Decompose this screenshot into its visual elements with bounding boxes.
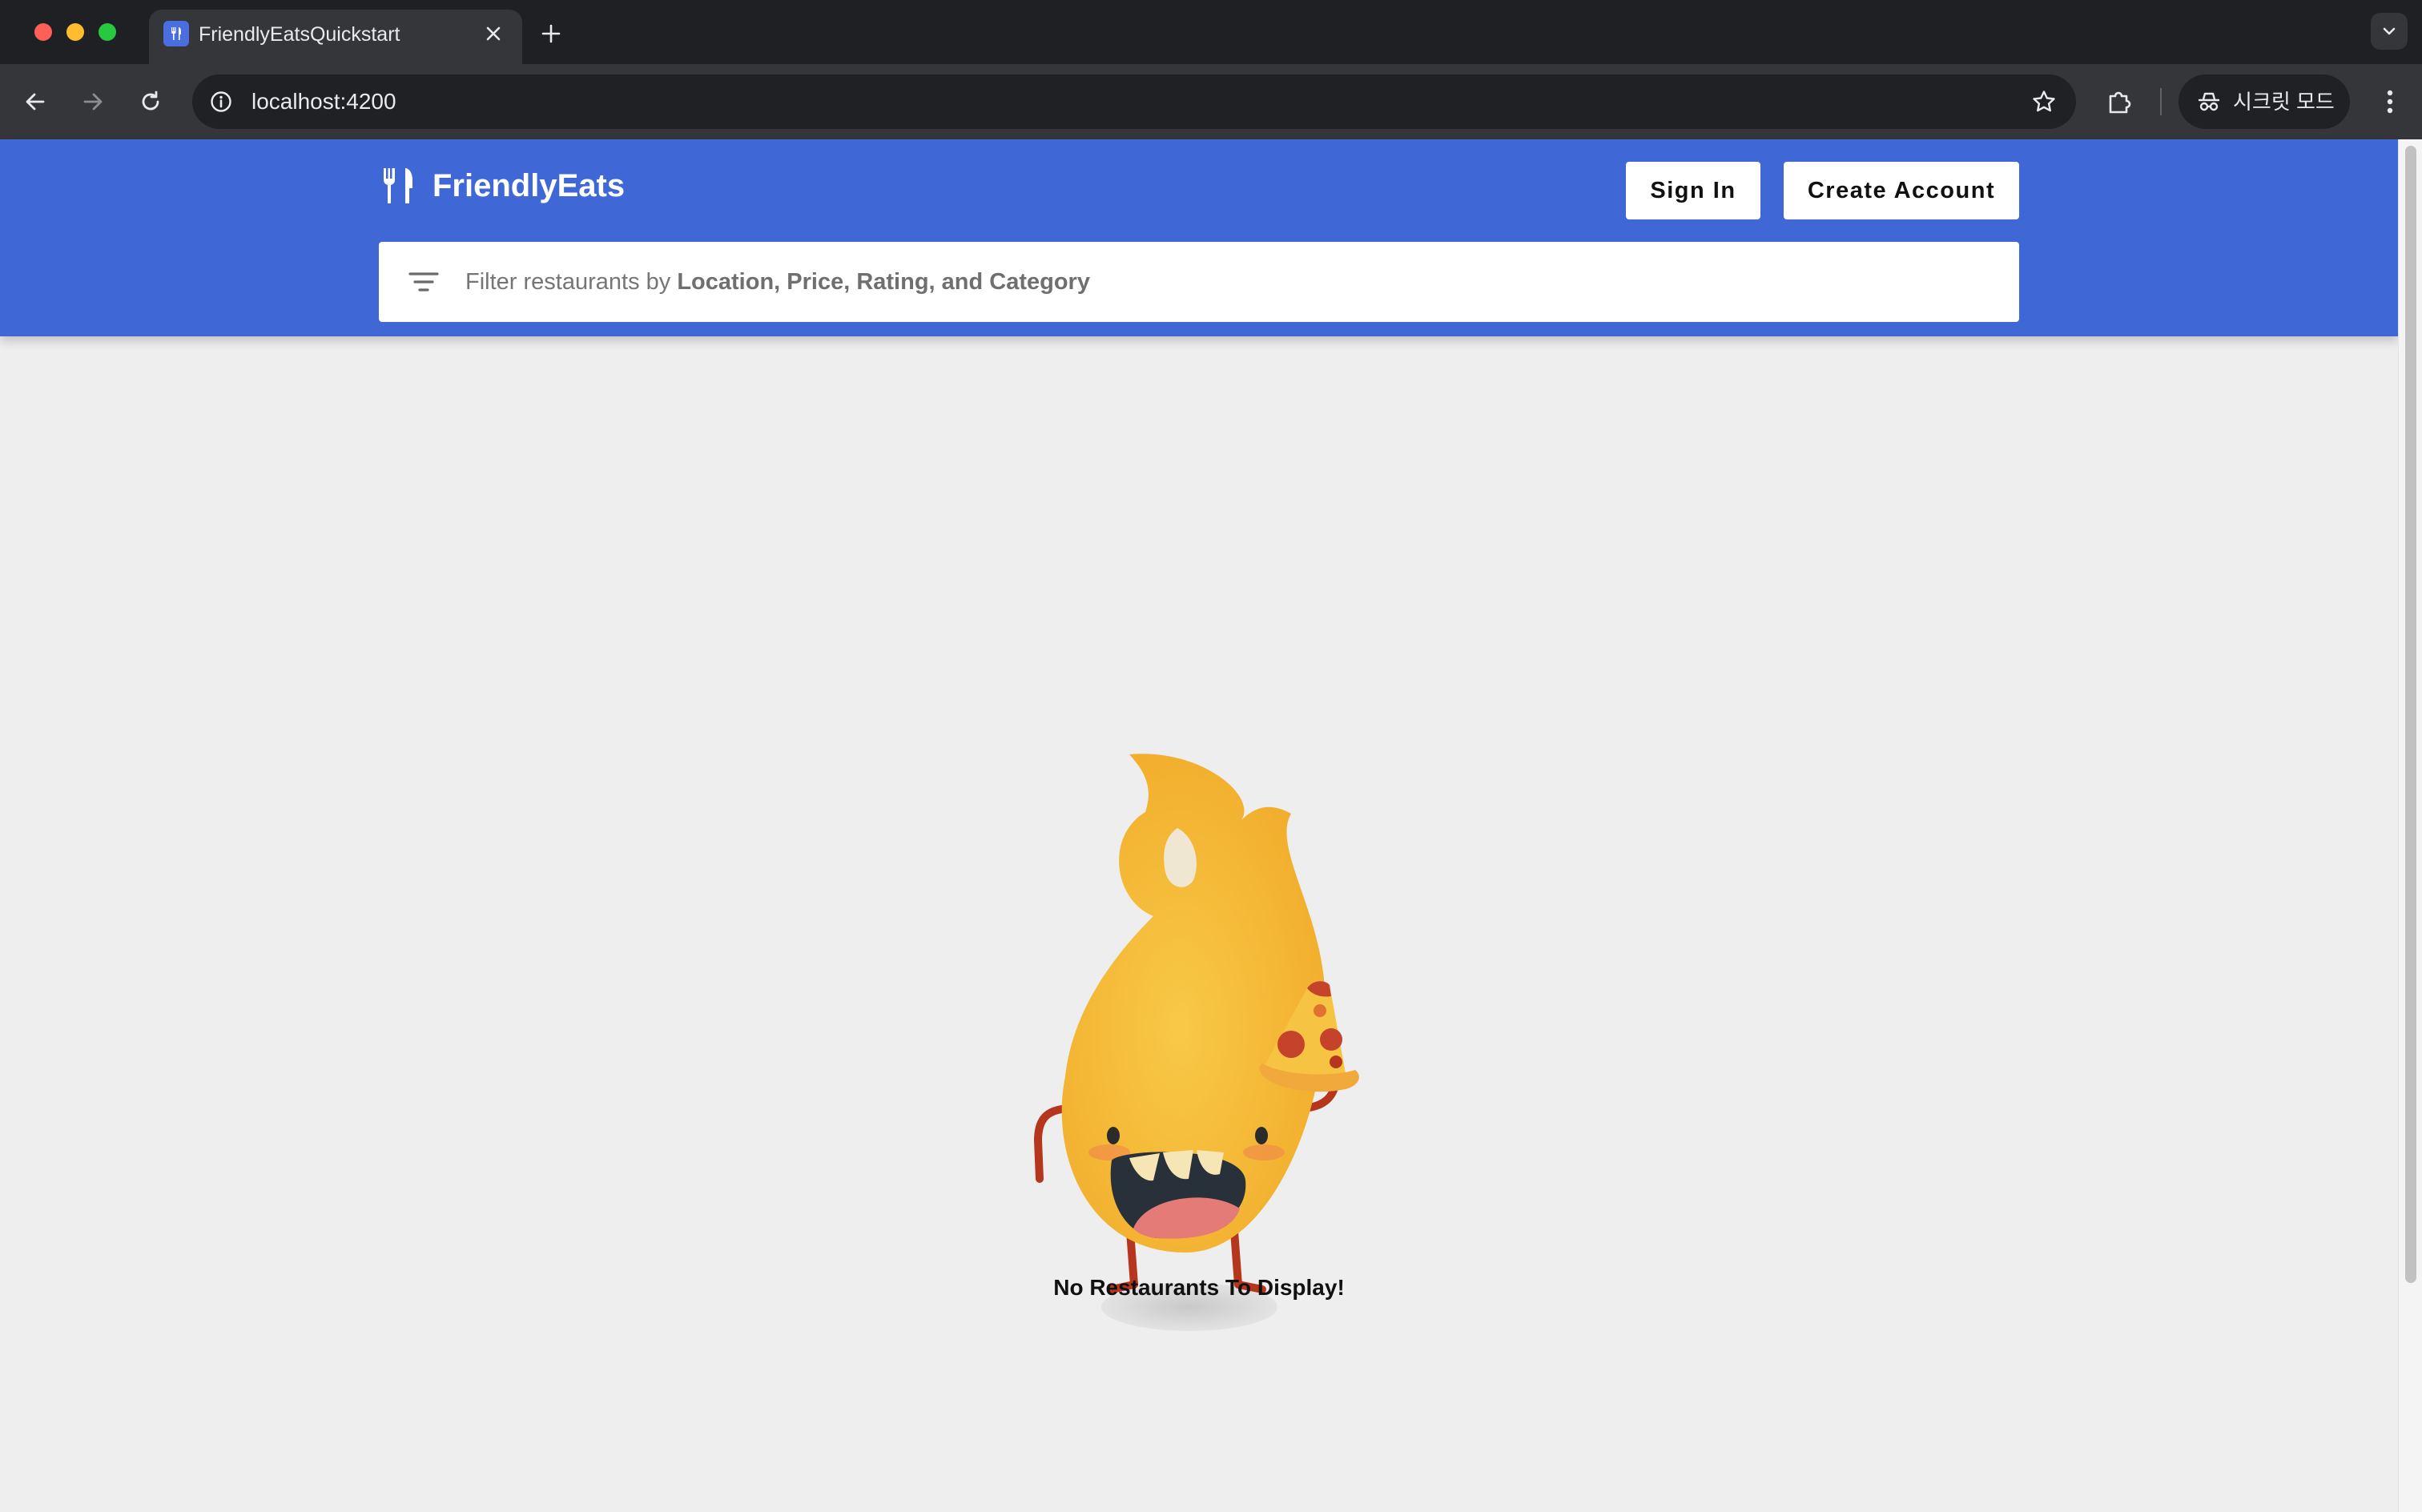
extensions-puzzle-icon[interactable] (2100, 82, 2138, 121)
new-tab-icon[interactable] (535, 18, 567, 50)
scrollbar-thumb[interactable] (2405, 146, 2416, 1283)
maximize-window-button[interactable] (99, 23, 116, 41)
minimize-window-button[interactable] (66, 23, 84, 41)
address-bar[interactable]: localhost:4200 (192, 74, 2076, 129)
browser-titlebar: FriendlyEatsQuickstart (0, 0, 2422, 64)
browser-tab[interactable]: FriendlyEatsQuickstart (149, 10, 522, 64)
tab-close-icon[interactable] (481, 21, 506, 46)
brand-name: FriendlyEats (432, 167, 626, 203)
fork-knife-icon (383, 168, 412, 203)
filter-list-icon (408, 272, 439, 292)
incognito-icon (2195, 87, 2223, 116)
incognito-label: 시크릿 모드 (2233, 90, 2335, 114)
hungry-flame-mascot-illustration (1033, 754, 1359, 1331)
close-window-button[interactable] (34, 23, 52, 41)
browser-toolbar: localhost:4200 시크릿 모드 (0, 64, 2422, 139)
page-viewport: FriendlyEats Sign In Create Account Filt… (0, 139, 2398, 1512)
incognito-profile-button[interactable]: 시크릿 모드 (2179, 74, 2350, 129)
back-arrow-icon[interactable] (16, 82, 54, 121)
app-header: FriendlyEats Sign In Create Account Filt… (0, 139, 2398, 336)
tab-title: FriendlyEatsQuickstart (199, 23, 400, 46)
page-scrollbar[interactable] (2398, 139, 2422, 1512)
bookmark-star-icon[interactable] (2028, 86, 2060, 118)
tab-search-icon[interactable] (2371, 13, 2408, 50)
filter-placeholder: Filter restaurants by Location, Price, R… (465, 269, 1090, 296)
empty-state-message: No Restaurants To Display! (1053, 1275, 1345, 1300)
more-menu-icon[interactable] (2371, 82, 2409, 121)
favicon-icon (163, 21, 189, 46)
filter-criteria: Location, Price, Rating, and Category (677, 268, 1090, 295)
filter-prefix: Filter restaurants by (465, 268, 678, 295)
toolbar-divider (2160, 88, 2162, 115)
filter-bar[interactable]: Filter restaurants by Location, Price, R… (379, 242, 2019, 322)
sign-in-button[interactable]: Sign In (1626, 162, 1760, 219)
brand-logo[interactable]: FriendlyEats (381, 163, 625, 208)
reload-icon[interactable] (131, 82, 170, 121)
site-info-icon[interactable] (207, 87, 235, 116)
forward-arrow-icon[interactable] (74, 82, 112, 121)
create-account-button[interactable]: Create Account (1784, 162, 2019, 219)
url-text: localhost:4200 (251, 89, 396, 114)
